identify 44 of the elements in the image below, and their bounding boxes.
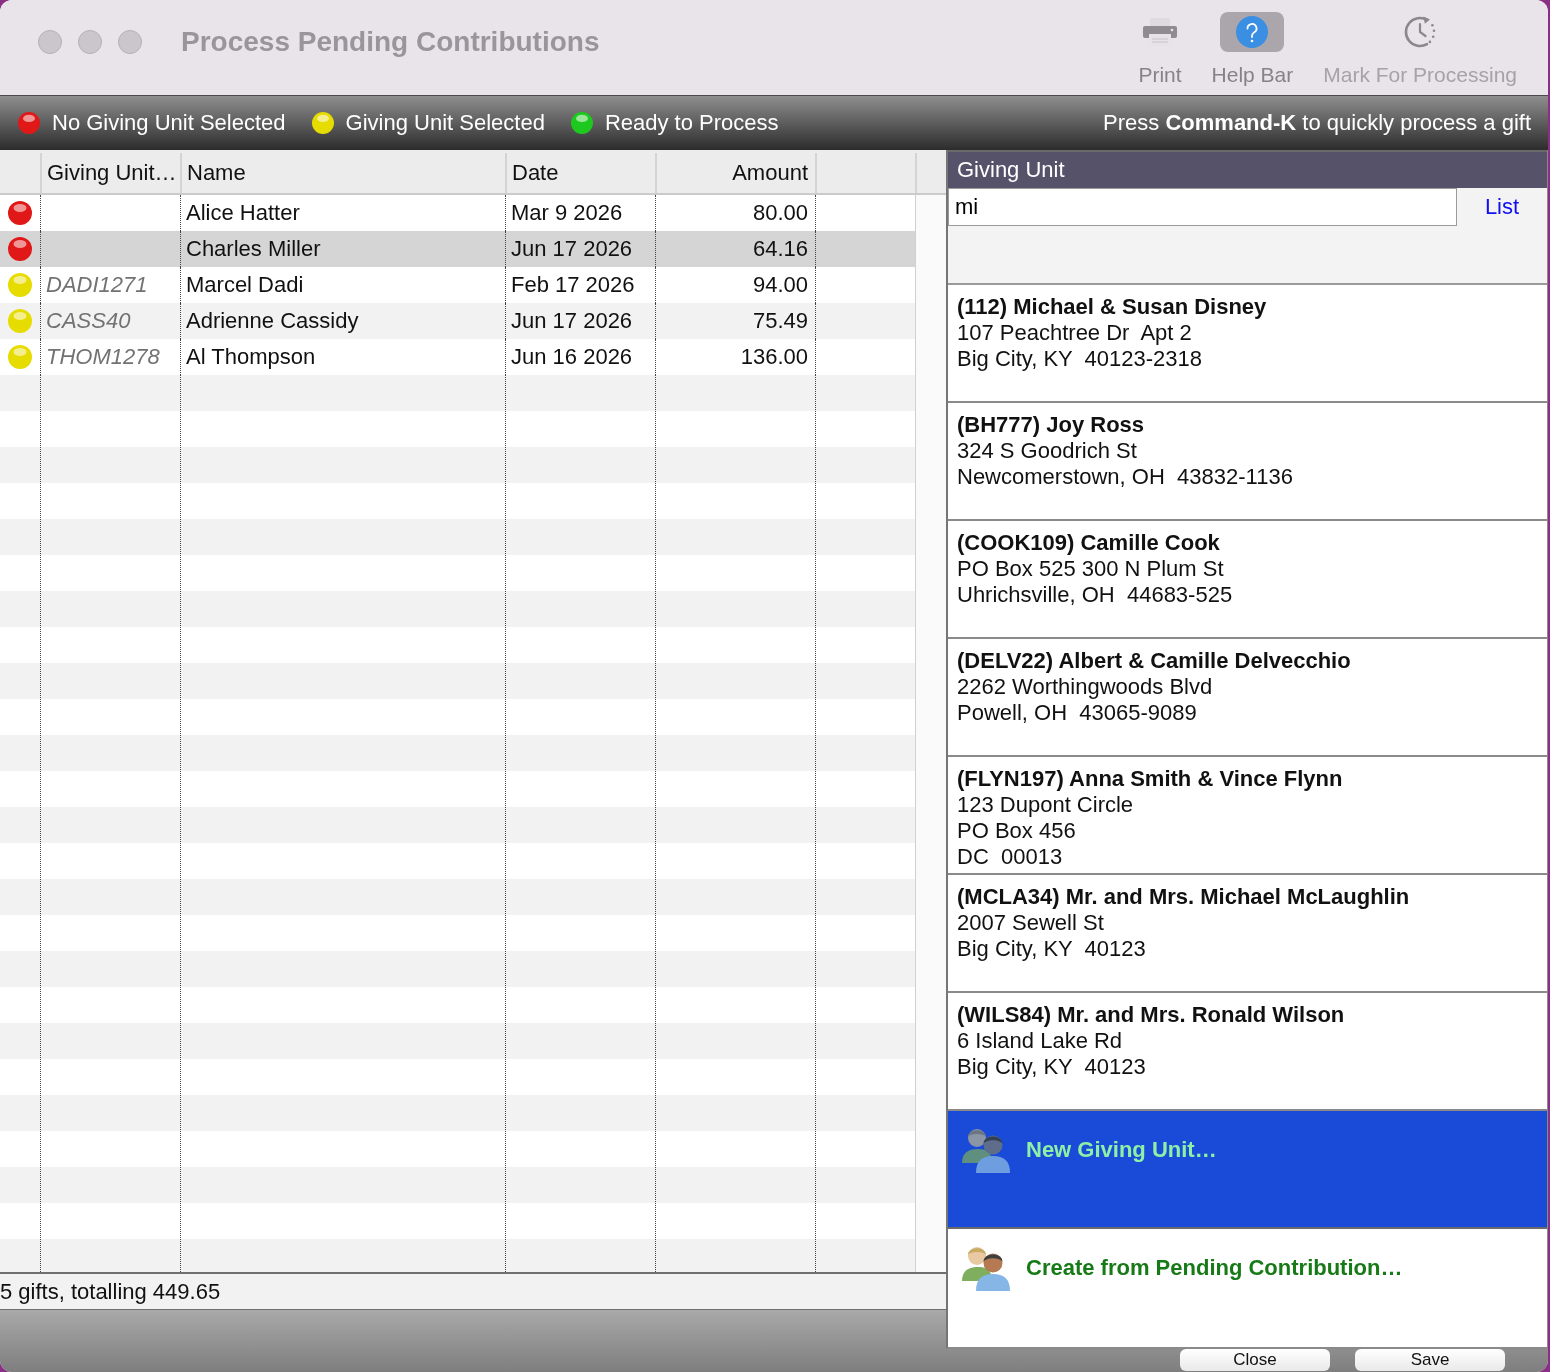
address-line: Big City, KY 40123 bbox=[957, 1054, 1146, 1080]
search-field[interactable]: mi bbox=[948, 188, 1457, 226]
shortcut-hint: Press Command-K to quickly process a gift bbox=[1103, 110, 1531, 136]
result-title: (MCLA34) Mr. and Mrs. Michael McLaughlin bbox=[957, 884, 1410, 910]
window-control-button[interactable] bbox=[38, 30, 62, 54]
panel-header: Giving Unit bbox=[948, 150, 1547, 188]
result-title: (COOK109) Camille Cook bbox=[957, 530, 1220, 556]
column-header[interactable]: Name bbox=[180, 153, 505, 193]
address-line: 2007 Sewell St bbox=[957, 910, 1104, 936]
result-title: (FLYN197) Anna Smith & Vince Flynn bbox=[957, 766, 1343, 792]
column-header[interactable]: Amount bbox=[655, 153, 815, 193]
dialog-button[interactable]: Close bbox=[1180, 1349, 1330, 1371]
legend-label: No Giving Unit Selected bbox=[52, 110, 286, 136]
status-text: 5 gifts, totalling 449.65 bbox=[0, 1278, 221, 1305]
address-line: 2262 Worthingwoods Blvd bbox=[957, 674, 1213, 700]
list-link[interactable]: List bbox=[1484, 194, 1520, 220]
table-row[interactable]: Charles Miller Jun 17 2026 64.16 bbox=[0, 231, 915, 267]
column-header[interactable]: Date bbox=[505, 153, 655, 193]
window-control-button[interactable] bbox=[78, 30, 102, 54]
table-row[interactable]: CASS40 Adrienne Cassidy Jun 17 2026 75.49 bbox=[0, 303, 915, 339]
window-title: Process Pending Contributions bbox=[181, 26, 600, 58]
window-control-button[interactable] bbox=[118, 30, 142, 54]
address-line: Big City, KY 40123-2318 bbox=[957, 346, 1202, 372]
address-line: Newcomerstown, OH 43832-1136 bbox=[957, 464, 1293, 490]
address-line: Uhrichsville, OH 44683-525 bbox=[957, 582, 1233, 608]
address-line: 123 Dupont Circle bbox=[957, 792, 1134, 818]
result-title: (WILS84) Mr. and Mrs. Ronald Wilson bbox=[957, 1002, 1345, 1028]
address-line: DC 00013 bbox=[957, 844, 1063, 870]
scrollbar[interactable] bbox=[915, 195, 946, 1272]
address-line: 6 Island Lake Rd bbox=[957, 1028, 1123, 1054]
address-line: 324 S Goodrich St bbox=[957, 438, 1137, 464]
address-line: PO Box 525 300 N Plum St bbox=[957, 556, 1224, 582]
result-title: (BH777) Joy Ross bbox=[957, 412, 1145, 438]
address-line: Powell, OH 43065-9089 bbox=[957, 700, 1197, 726]
column-header[interactable]: Giving Unit… bbox=[40, 153, 180, 193]
address-line: PO Box 456 bbox=[957, 818, 1076, 844]
result-title: (DELV22) Albert & Camille Delvecchio bbox=[957, 648, 1351, 674]
legend-label: Giving Unit Selected bbox=[345, 110, 545, 136]
dialog-button[interactable]: Save bbox=[1355, 1349, 1505, 1371]
address-line: 107 Peachtree Dr Apt 2 bbox=[957, 320, 1192, 346]
legend-label: Ready to Process bbox=[604, 110, 779, 136]
menu-item[interactable]: New Giving Unit… bbox=[948, 1111, 1547, 1229]
result-title: (112) Michael & Susan Disney bbox=[957, 294, 1267, 320]
address-line: Big City, KY 40123 bbox=[957, 936, 1146, 962]
